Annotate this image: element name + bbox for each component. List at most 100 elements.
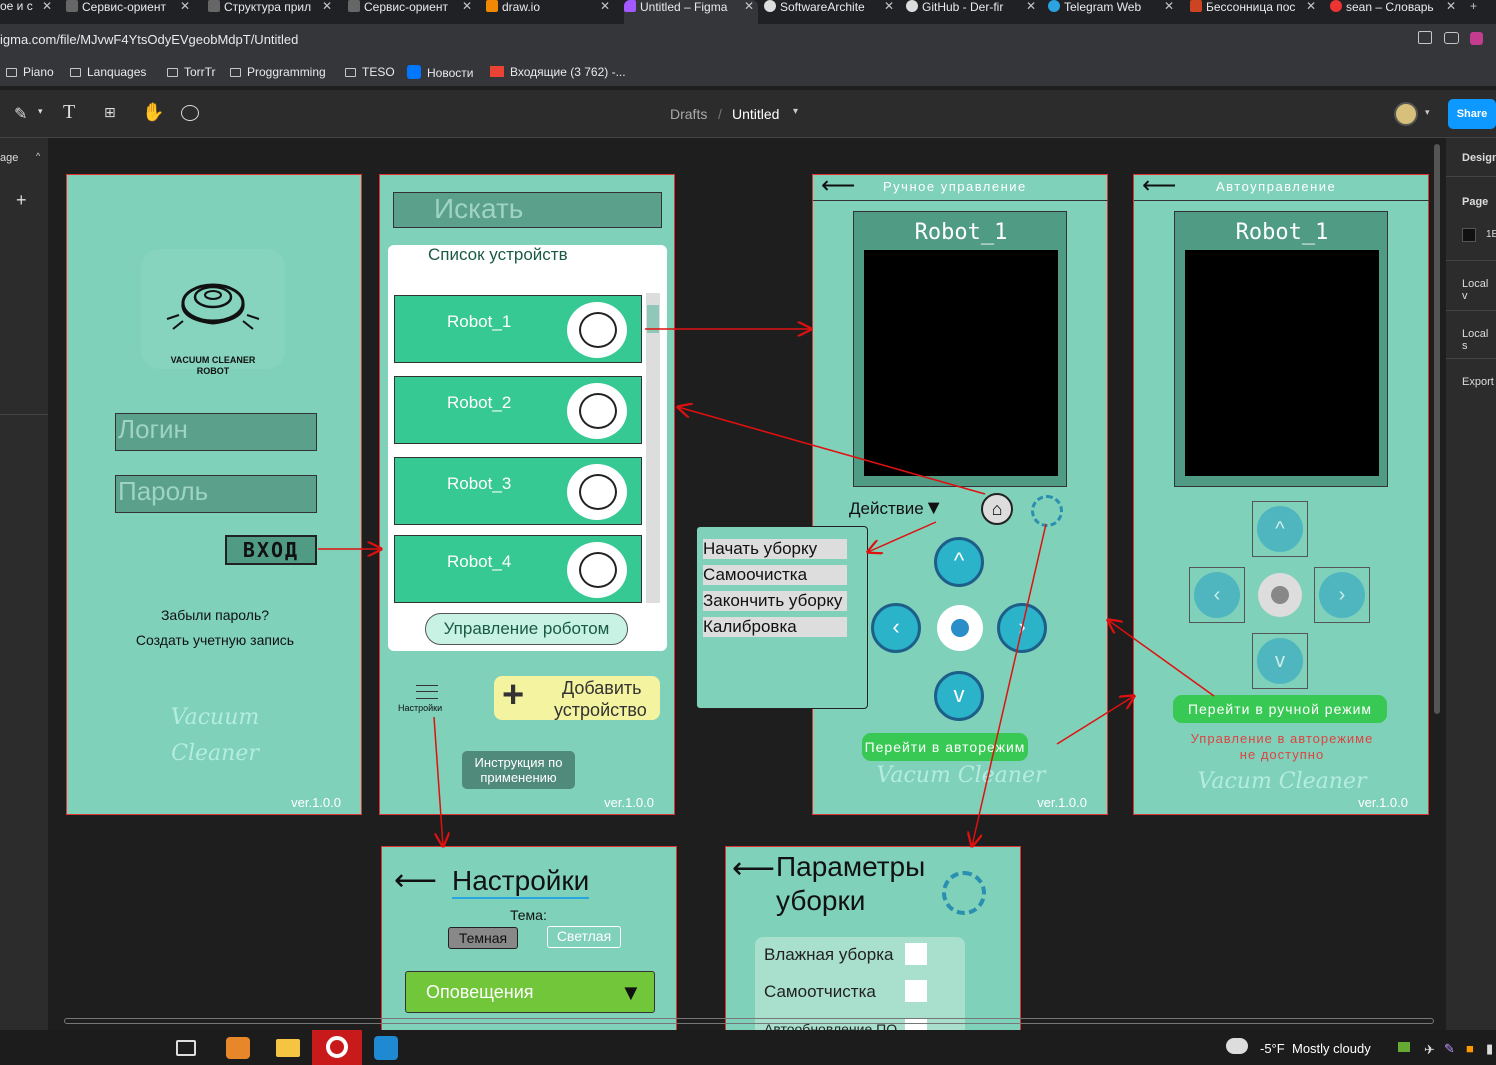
chevron-down-icon[interactable]: ▾ bbox=[38, 106, 43, 117]
close-icon[interactable]: ✕ bbox=[1306, 0, 1316, 12]
add-page-icon[interactable]: + bbox=[16, 190, 27, 211]
scrollbar-thumb[interactable] bbox=[647, 305, 659, 333]
page-color-swatch[interactable] bbox=[1462, 228, 1476, 242]
back-arrow-icon[interactable]: ⟵ bbox=[732, 851, 775, 886]
robot-item[interactable]: Robot_4 bbox=[394, 535, 642, 603]
browser-tab[interactable]: GitHub - Der-fir ✕ bbox=[906, 0, 1040, 24]
design-tab[interactable]: Design bbox=[1462, 152, 1496, 164]
menu-item[interactable]: Начать уборку bbox=[703, 539, 847, 559]
menu-item[interactable]: Калибровка bbox=[703, 617, 847, 637]
close-icon[interactable]: ✕ bbox=[1026, 0, 1036, 12]
canvas-horizontal-scrollbar[interactable] bbox=[64, 1018, 1434, 1024]
settings-link[interactable]: Настройки bbox=[398, 703, 442, 713]
dpad-up-button[interactable]: ^ bbox=[934, 537, 984, 587]
forgot-password-link[interactable]: Забыли пароль? bbox=[67, 607, 363, 623]
close-icon[interactable]: ✕ bbox=[744, 0, 754, 12]
tray-icon[interactable]: ▮ bbox=[1486, 1041, 1493, 1057]
bookmark-torrtr[interactable]: TorrTr bbox=[167, 65, 216, 79]
browser-tab[interactable]: Сервис-ориент ✕ bbox=[66, 0, 194, 24]
extension-icon[interactable] bbox=[1470, 32, 1483, 45]
browser-tab[interactable]: Telegram Web ✕ bbox=[1048, 0, 1178, 24]
dpad-left-button[interactable]: ‹ bbox=[871, 603, 921, 653]
bookmark-languages[interactable]: Lanquages bbox=[70, 65, 146, 79]
bookmark-teso[interactable]: TESO bbox=[345, 65, 395, 79]
hand-tool-icon[interactable]: ✋ bbox=[142, 102, 164, 123]
close-icon[interactable]: ✕ bbox=[322, 0, 332, 12]
devices-frame[interactable]: Искать Список устройств Robot_1 Robot_2 … bbox=[379, 174, 675, 815]
chevron-up-icon[interactable]: ^ bbox=[36, 151, 40, 161]
settings-frame[interactable]: ⟵ Настройки Тема: Темная Светлая Оповеще… bbox=[381, 846, 677, 1030]
light-theme-button[interactable]: Светлая bbox=[547, 926, 621, 948]
login-frame[interactable]: VACUUM CLEANER ROBOT Логин Пароль ВХОД З… bbox=[66, 174, 362, 815]
close-icon[interactable]: ✕ bbox=[1446, 0, 1456, 12]
open-in-app-icon[interactable] bbox=[1418, 31, 1432, 44]
text-tool-icon[interactable]: T bbox=[63, 101, 75, 124]
local-variables-label[interactable]: Local v bbox=[1462, 278, 1496, 302]
browser-tab[interactable]: Сервис-ориент ✕ bbox=[348, 0, 476, 24]
browser-tab[interactable]: sean – Словарь ✕ bbox=[1330, 0, 1460, 24]
back-arrow-icon[interactable]: ⟵ bbox=[821, 171, 855, 200]
checkbox[interactable] bbox=[905, 980, 927, 1002]
bookmark-piano[interactable]: Piano bbox=[6, 65, 54, 79]
gear-icon[interactable] bbox=[1031, 495, 1063, 527]
file-explorer-icon[interactable] bbox=[276, 1039, 300, 1057]
robot-item[interactable]: Robot_1 bbox=[394, 295, 642, 363]
dpad-center-button[interactable] bbox=[937, 605, 983, 651]
bookmark-programming[interactable]: Proggramming bbox=[230, 65, 326, 79]
screenshot-icon[interactable] bbox=[1444, 32, 1459, 44]
tray-icon[interactable] bbox=[1398, 1042, 1410, 1052]
opera-taskbar-button[interactable] bbox=[312, 1030, 362, 1065]
tray-icon[interactable]: ■ bbox=[1466, 1041, 1474, 1056]
cleaning-params-frame[interactable]: ⟵ Параметры уборки Влажная уборка Самоот… bbox=[725, 846, 1021, 1030]
url-text[interactable]: igma.com/file/MJvwF4YtsOdyEVgeobMdpT/Unt… bbox=[0, 32, 298, 47]
close-icon[interactable]: ✕ bbox=[462, 0, 472, 12]
browser-tab[interactable]: draw.io ✕ bbox=[486, 0, 614, 24]
local-styles-label[interactable]: Local s bbox=[1462, 328, 1496, 352]
auto-mode-button[interactable]: Перейти в авторежим bbox=[862, 733, 1028, 761]
tray-icon[interactable]: ✈ bbox=[1424, 1042, 1435, 1058]
auto-control-frame[interactable]: ⟵ Автоуправление Robot_1 ^ ‹ › v Перейти… bbox=[1133, 171, 1430, 815]
login-field[interactable]: Логин bbox=[115, 413, 317, 451]
manage-robot-button[interactable]: Управление роботом bbox=[425, 613, 628, 645]
file-name[interactable]: Untitled bbox=[732, 106, 779, 122]
temperature[interactable]: -5°F bbox=[1260, 1041, 1285, 1056]
checkbox[interactable] bbox=[905, 943, 927, 965]
bookmark-inbox[interactable]: Входящие (3 762) -... bbox=[490, 65, 626, 79]
robot-item[interactable]: Robot_3 bbox=[394, 457, 642, 525]
manual-control-frame[interactable]: ⟵ Ручное управление Robot_1 Действие▼ ⌂ … bbox=[812, 171, 1109, 815]
action-dropdown[interactable]: Действие▼ bbox=[849, 497, 944, 520]
chevron-down-icon[interactable]: ▾ bbox=[1425, 107, 1430, 118]
password-field[interactable]: Пароль bbox=[115, 475, 317, 513]
dpad-down-button[interactable]: v bbox=[934, 671, 984, 721]
browser-tab[interactable]: ое и с ✕ bbox=[0, 0, 56, 24]
figma-canvas[interactable]: VACUUM CLEANER ROBOT Логин Пароль ВХОД З… bbox=[48, 138, 1442, 1030]
comment-icon[interactable] bbox=[181, 105, 199, 121]
media-player-icon[interactable] bbox=[226, 1037, 250, 1059]
instructions-button[interactable]: Инструкция по применению bbox=[462, 751, 575, 789]
browser-tab-active[interactable]: Untitled – Figma ✕ bbox=[624, 0, 758, 24]
task-view-icon[interactable] bbox=[176, 1040, 196, 1056]
menu-item[interactable]: Закончить уборку bbox=[703, 591, 847, 611]
share-button[interactable]: Share bbox=[1448, 99, 1496, 129]
vscode-icon[interactable] bbox=[374, 1036, 398, 1060]
chevron-down-icon[interactable]: ▾ bbox=[793, 106, 798, 117]
menu-item[interactable]: Самоочистка bbox=[703, 565, 847, 585]
weather-text[interactable]: Mostly cloudy bbox=[1292, 1041, 1371, 1056]
bookmark-news[interactable]: Новости bbox=[407, 65, 473, 80]
back-arrow-icon[interactable]: ⟵ bbox=[1142, 171, 1176, 200]
add-device-button[interactable]: + Добавить устройство bbox=[494, 674, 660, 720]
browser-tab[interactable]: SoftwareArchite ✕ bbox=[764, 0, 898, 24]
search-field[interactable]: Искать bbox=[393, 192, 662, 228]
tray-icon[interactable]: ✎ bbox=[1444, 1041, 1455, 1057]
dark-theme-button[interactable]: Темная bbox=[448, 927, 518, 949]
new-tab-button[interactable]: + bbox=[1470, 0, 1490, 24]
menu-icon[interactable] bbox=[416, 685, 438, 699]
page-selector[interactable]: age bbox=[0, 152, 18, 164]
close-icon[interactable]: ✕ bbox=[600, 0, 610, 12]
export-label[interactable]: Export bbox=[1462, 376, 1494, 388]
robot-item[interactable]: Robot_2 bbox=[394, 376, 642, 444]
dpad-right-button[interactable]: › bbox=[997, 603, 1047, 653]
manual-mode-button[interactable]: Перейти в ручной режим bbox=[1173, 695, 1387, 723]
close-icon[interactable]: ✕ bbox=[884, 0, 894, 12]
browser-tab[interactable]: Структура прил ✕ bbox=[208, 0, 336, 24]
